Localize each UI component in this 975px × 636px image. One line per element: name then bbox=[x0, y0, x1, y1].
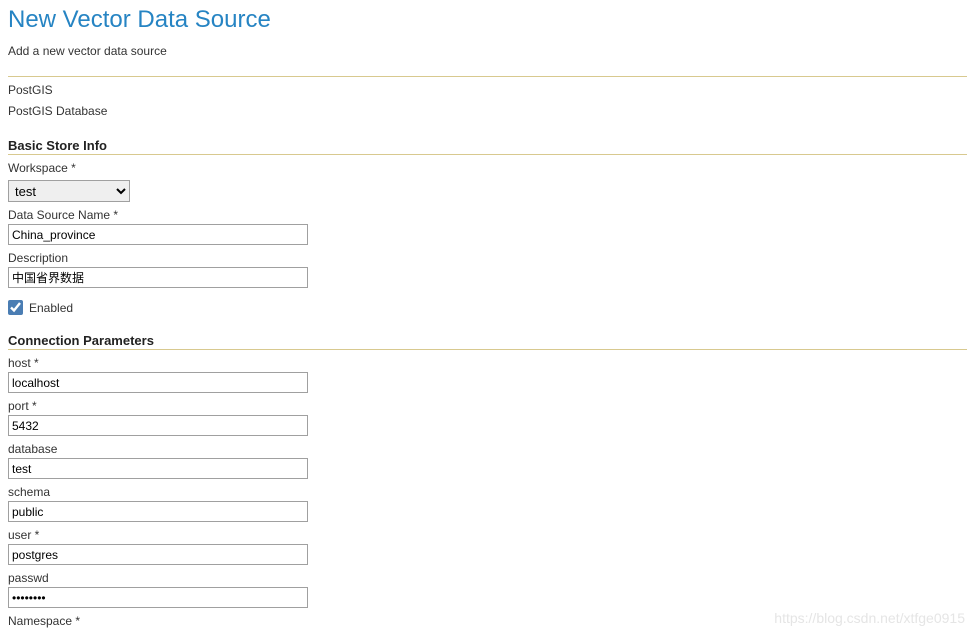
port-input[interactable] bbox=[8, 415, 308, 436]
page-subtitle: Add a new vector data source bbox=[8, 44, 967, 58]
enabled-label: Enabled bbox=[29, 301, 73, 315]
description-label: Description bbox=[8, 251, 967, 265]
passwd-label: passwd bbox=[8, 571, 967, 585]
divider bbox=[8, 76, 967, 77]
workspace-label: Workspace * bbox=[8, 161, 967, 175]
enabled-row: Enabled bbox=[8, 300, 967, 315]
host-label: host * bbox=[8, 356, 967, 370]
basic-store-info-heading: Basic Store Info bbox=[8, 138, 967, 155]
user-label: user * bbox=[8, 528, 967, 542]
namespace-label: Namespace * bbox=[8, 614, 967, 628]
database-input[interactable] bbox=[8, 458, 308, 479]
user-input[interactable] bbox=[8, 544, 308, 565]
connection-parameters-heading: Connection Parameters bbox=[8, 333, 967, 350]
store-type-description: PostGIS Database bbox=[8, 102, 967, 120]
passwd-input[interactable] bbox=[8, 587, 308, 608]
schema-label: schema bbox=[8, 485, 967, 499]
enabled-checkbox[interactable] bbox=[8, 300, 23, 315]
description-input[interactable] bbox=[8, 267, 308, 288]
data-source-name-input[interactable] bbox=[8, 224, 308, 245]
page-title: New Vector Data Source bbox=[8, 6, 967, 34]
database-label: database bbox=[8, 442, 967, 456]
port-label: port * bbox=[8, 399, 967, 413]
data-source-name-label: Data Source Name * bbox=[8, 208, 967, 222]
host-input[interactable] bbox=[8, 372, 308, 393]
workspace-select[interactable]: test bbox=[8, 180, 130, 202]
store-type-name: PostGIS bbox=[8, 81, 967, 99]
schema-input[interactable] bbox=[8, 501, 308, 522]
